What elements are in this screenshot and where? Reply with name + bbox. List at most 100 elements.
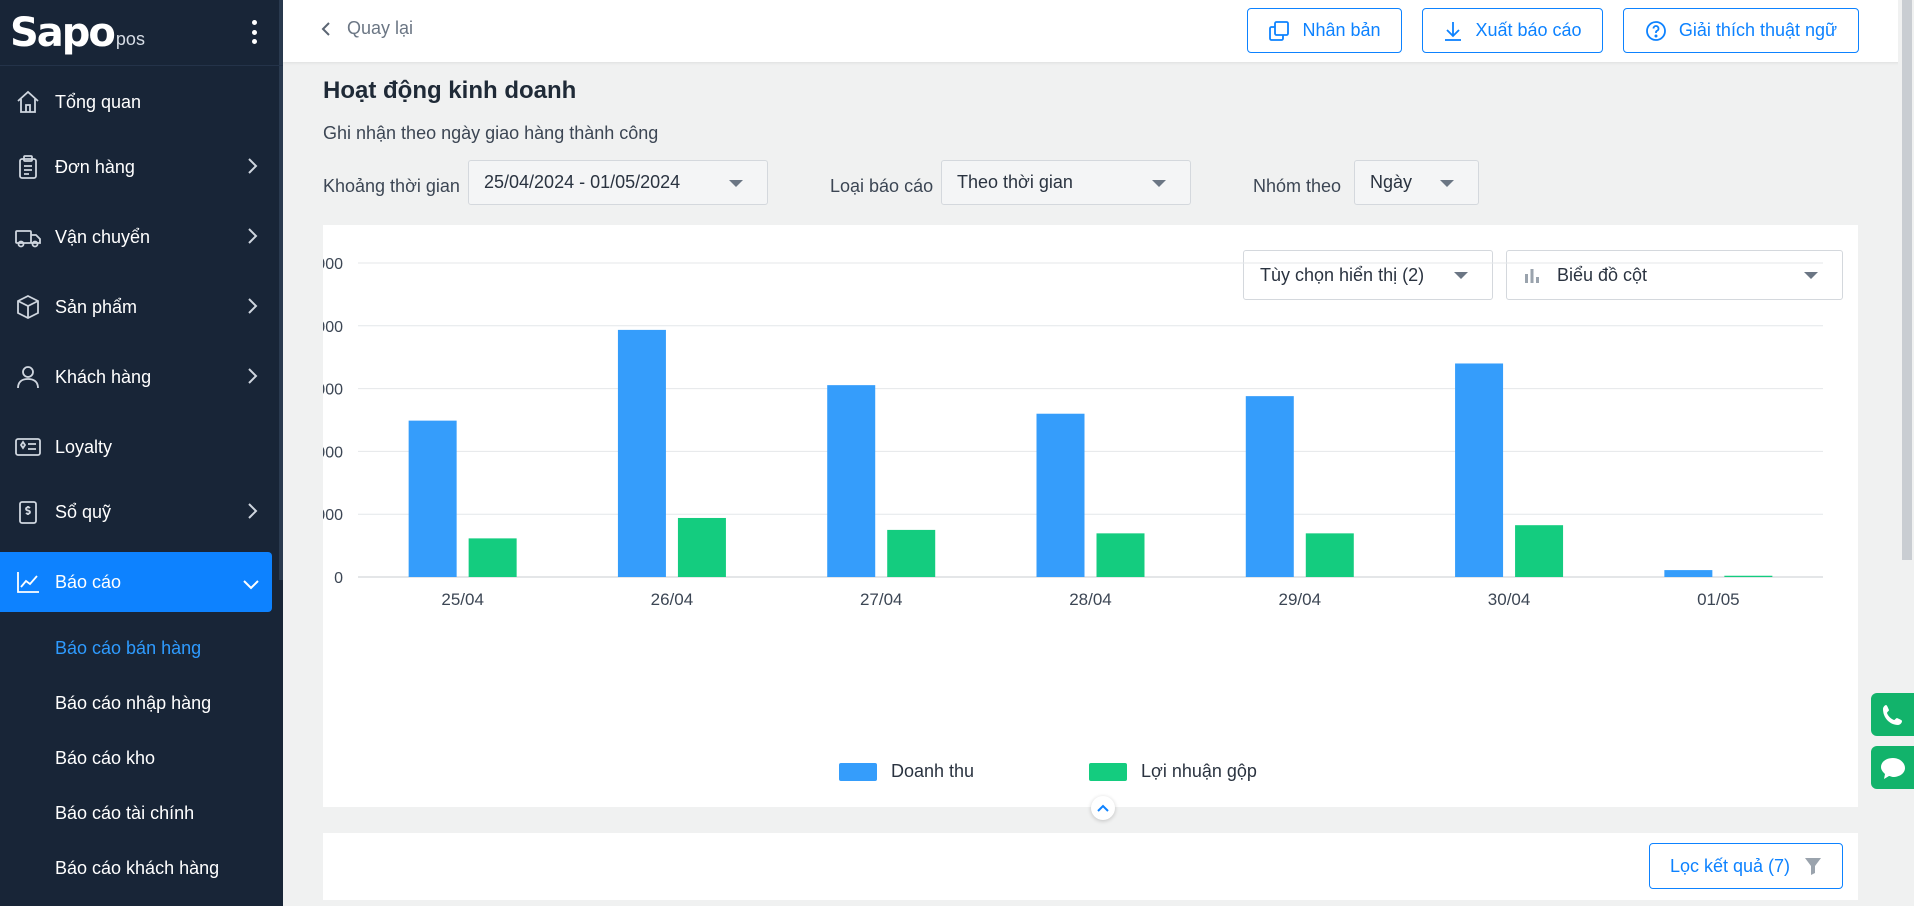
chevron-right-icon xyxy=(246,297,258,320)
sidebar-subitem-customer-report[interactable]: Báo cáo khách hàng xyxy=(55,858,219,879)
bar-revenue xyxy=(1664,570,1713,577)
legend-item-revenue[interactable]: Doanh thu xyxy=(839,761,974,782)
bar-gross-profit xyxy=(468,538,517,577)
bar-gross-profit xyxy=(1096,533,1145,577)
page-scrollbar-thumb[interactable] xyxy=(1902,0,1912,560)
x-tick-label: 28/04 xyxy=(1069,590,1112,609)
sidebar-subitem-import-report[interactable]: Báo cáo nhập hàng xyxy=(55,693,211,714)
duplicate-label: Nhân bản xyxy=(1302,20,1381,40)
more-menu-icon[interactable] xyxy=(251,20,257,44)
sidebar-item-overview[interactable]: Tổng quan xyxy=(0,72,272,132)
truck-icon xyxy=(14,223,42,251)
bar-revenue xyxy=(1036,413,1085,577)
sidebar-item-cashbook[interactable]: Sổ quỹ xyxy=(0,482,272,542)
box-icon xyxy=(14,293,42,321)
chevron-down-icon xyxy=(242,574,260,595)
x-tick-label: 25/04 xyxy=(441,590,484,609)
glossary-label: Giải thích thuật ngữ xyxy=(1678,20,1838,40)
bar-gross-profit xyxy=(1515,525,1564,577)
filter-results-label: Lọc kết quả (7) xyxy=(1669,855,1791,876)
x-tick-label: 29/04 xyxy=(1279,590,1322,609)
user-icon xyxy=(14,363,42,391)
bar-revenue xyxy=(1455,363,1504,577)
phone-icon xyxy=(1882,704,1902,725)
y-tick-label: 8,000,000 xyxy=(323,319,343,336)
sidebar-item-shipping[interactable]: Vận chuyển xyxy=(0,207,272,267)
phone-call-button[interactable] xyxy=(1871,693,1914,736)
legend-swatch xyxy=(839,762,877,781)
chevron-up-icon xyxy=(1097,804,1109,812)
chevron-right-icon xyxy=(246,157,258,180)
brand: Sapo pos xyxy=(0,0,283,66)
chat-icon xyxy=(1880,757,1905,779)
page-title: Hoạt động kinh doanh xyxy=(323,77,577,104)
chevron-right-icon xyxy=(246,227,258,250)
bar-gross-profit xyxy=(677,517,726,577)
sidebar-item-loyalty[interactable]: Loyalty xyxy=(0,417,272,477)
sidebar: Sapo pos Tổng quan Đơn hàng Vận chuyển S… xyxy=(0,0,283,906)
sidebar-item-label: Sổ quỹ xyxy=(55,501,112,522)
back-link[interactable]: Quay lại xyxy=(321,18,413,39)
group-by-label: Nhóm theo xyxy=(1253,176,1342,196)
sidebar-scrollbar[interactable] xyxy=(279,0,283,580)
chevron-left-icon xyxy=(321,21,330,36)
y-tick-label: 0 xyxy=(334,570,343,587)
sidebar-item-orders[interactable]: Đơn hàng xyxy=(0,137,272,197)
sidebar-item-customers[interactable]: Khách hàng xyxy=(0,347,272,407)
caret-down-icon xyxy=(729,180,743,187)
chevron-right-icon xyxy=(246,502,258,525)
chat-button[interactable] xyxy=(1871,746,1914,789)
duplicate-button[interactable]: Nhân bản xyxy=(1247,8,1402,53)
period-select[interactable]: 25/04/2024 - 01/05/2024 xyxy=(468,160,768,205)
caret-down-icon xyxy=(1152,180,1166,187)
results-card: Lọc kết quả (7) xyxy=(323,833,1858,906)
sidebar-subitem-inventory-report[interactable]: Báo cáo kho xyxy=(55,748,155,769)
period-value: 25/04/2024 - 01/05/2024 xyxy=(484,172,681,192)
sidebar-item-label: Loyalty xyxy=(55,436,113,457)
y-tick-label: 10,000,000 xyxy=(323,256,343,273)
sidebar-item-label: Khách hàng xyxy=(55,366,152,387)
filter-icon xyxy=(1805,858,1822,875)
export-label: Xuất báo cáo xyxy=(1475,20,1582,40)
clipboard-icon xyxy=(14,153,42,181)
cashbook-icon xyxy=(14,498,42,526)
bar-gross-profit xyxy=(1305,533,1354,577)
report-type-select[interactable]: Theo thời gian xyxy=(941,160,1191,205)
home-icon xyxy=(14,88,42,116)
brand-logo[interactable]: Sapo xyxy=(10,10,116,56)
group-by-select[interactable]: Ngày xyxy=(1354,160,1479,205)
bar-gross-profit xyxy=(1724,575,1773,577)
chart-card: Tùy chọn hiển thị (2) Biểu đồ cột 10,000… xyxy=(323,225,1858,807)
sidebar-item-label: Sản phẩm xyxy=(55,296,138,317)
sidebar-item-label: Tổng quan xyxy=(55,91,142,112)
legend-label: Doanh thu xyxy=(891,761,975,781)
y-tick-label: 6,000,000 xyxy=(323,382,343,399)
legend-label: Lợi nhuận gộp xyxy=(1141,761,1257,781)
x-tick-label: 30/04 xyxy=(1488,590,1531,609)
bar-revenue xyxy=(408,420,457,577)
help-circle-icon xyxy=(1646,20,1666,41)
collapse-chart-button[interactable] xyxy=(1091,796,1115,820)
bar-chart: 10,000,000 8,000,000 6,000,000 4,000,000 2,0… xyxy=(323,256,1823,609)
bar-revenue xyxy=(1245,396,1294,577)
sidebar-item-products[interactable]: Sản phẩm xyxy=(0,277,272,337)
group-by-value: Ngày xyxy=(1370,172,1413,192)
bar-gross-profit xyxy=(887,529,936,577)
y-tick-label: 4,000,000 xyxy=(323,444,343,461)
glossary-button[interactable]: Giải thích thuật ngữ xyxy=(1623,8,1859,53)
sidebar-subitem-sales-report[interactable]: Báo cáo bán hàng xyxy=(55,638,201,659)
y-tick-label: 2,000,000 xyxy=(323,507,343,524)
x-tick-label: 26/04 xyxy=(651,590,694,609)
download-icon xyxy=(1445,21,1462,41)
sidebar-subitem-finance-report[interactable]: Báo cáo tài chính xyxy=(55,803,194,824)
brand-sub: pos xyxy=(115,29,145,49)
filter-results-button[interactable]: Lọc kết quả (7) xyxy=(1649,843,1843,889)
sidebar-item-reports[interactable]: Báo cáo xyxy=(0,552,272,612)
results-card-divider xyxy=(323,900,1858,906)
legend-item-gross-profit[interactable]: Lợi nhuận gộp xyxy=(1089,761,1257,782)
loyalty-card-icon xyxy=(14,433,42,461)
x-tick-label: 27/04 xyxy=(860,590,903,609)
export-report-button[interactable]: Xuất báo cáo xyxy=(1422,8,1603,53)
copy-icon xyxy=(1269,20,1290,41)
caret-down-icon xyxy=(1440,180,1454,187)
